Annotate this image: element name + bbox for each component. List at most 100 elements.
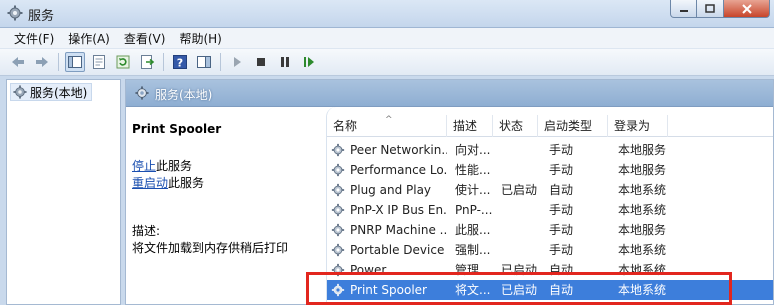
- menu-action[interactable]: 操作(A): [62, 30, 118, 47]
- back-arrow-icon: [12, 57, 24, 67]
- gear-icon: [7, 5, 23, 21]
- column-header-logon-as[interactable]: 登录为: [608, 115, 668, 137]
- column-header-description[interactable]: 描述: [447, 115, 493, 137]
- cell-logon-as: 本地系统: [618, 283, 667, 297]
- title-bar: 服务: [0, 0, 774, 28]
- properties-button[interactable]: [89, 52, 109, 72]
- cell-status: 已启动: [501, 263, 538, 277]
- cell-startup-type: 手动: [549, 163, 574, 177]
- service-gear-icon: [331, 203, 345, 217]
- list-header: 名称 ^ 描述 状态 启动类型 登录为: [327, 115, 773, 137]
- menu-file[interactable]: 文件(F): [8, 30, 62, 47]
- svg-text:?: ?: [177, 57, 183, 70]
- maximize-button[interactable]: [697, 0, 724, 18]
- cell-status: [501, 220, 538, 240]
- cell-description: 向对...: [455, 143, 491, 157]
- help-icon: ?: [173, 55, 187, 70]
- services-pane: 服务(本地) Print Spooler 停止此服务 重启动此服务 描述: 将文…: [125, 79, 774, 305]
- cell-logon-as: 本地系统: [618, 263, 667, 277]
- table-row[interactable]: Portable Device ... 强制... 手动 本地系统: [327, 240, 773, 260]
- cell-status: 已启动: [501, 283, 538, 297]
- cell-name: Portable Device ...: [350, 243, 447, 257]
- maximize-icon: [705, 3, 715, 13]
- refresh-icon: [116, 55, 130, 69]
- menu-help[interactable]: 帮助(H): [173, 30, 229, 47]
- forward-button[interactable]: [32, 52, 52, 72]
- help-button[interactable]: ?: [170, 52, 190, 72]
- tree-item-services-local[interactable]: 服务(本地): [10, 83, 93, 101]
- service-gear-icon: [331, 283, 345, 297]
- table-row[interactable]: Peer Networkin... 向对... 手动 本地服务: [327, 140, 773, 160]
- cell-name: Performance Lo...: [350, 163, 447, 177]
- cell-name: Plug and Play: [350, 183, 432, 197]
- tree-item-label: 服务(本地): [30, 85, 88, 100]
- table-row[interactable]: PnP-X IP Bus En... PnP-... 手动 本地系统: [327, 200, 773, 220]
- stop-service-line: 停止此服务: [132, 157, 192, 174]
- stop-service-suffix: 此服务: [156, 159, 193, 173]
- refresh-button[interactable]: [113, 52, 133, 72]
- close-icon: [741, 3, 752, 14]
- column-header-label: 状态: [499, 119, 524, 133]
- show-console-tree-button[interactable]: [65, 52, 85, 72]
- export-list-button[interactable]: [137, 52, 157, 72]
- table-row[interactable]: PNRP Machine ... 此服... 手动 本地服务: [327, 220, 773, 240]
- cell-status: 已启动: [501, 183, 538, 197]
- service-gear-icon: [331, 223, 345, 237]
- service-gear-icon: [331, 263, 345, 277]
- table-row[interactable]: Plug and Play 使计... 已启动 自动 本地系统: [327, 180, 773, 200]
- cell-name: Print Spooler: [350, 283, 427, 297]
- pane-header-title: 服务(本地): [155, 88, 213, 102]
- cell-logon-as: 本地系统: [618, 243, 667, 257]
- column-header-status[interactable]: 状态: [493, 115, 538, 137]
- cell-startup-type: 手动: [549, 223, 574, 237]
- cell-logon-as: 本地系统: [618, 183, 667, 197]
- sort-ascending-icon: ^: [385, 115, 393, 125]
- cell-description: 性能...: [455, 163, 491, 177]
- service-description-panel: Print Spooler 停止此服务 重启动此服务 描述: 将文件加载到内存供…: [126, 107, 324, 304]
- toolbar-separator: [220, 53, 221, 71]
- column-header-startup-type[interactable]: 启动类型: [538, 115, 608, 137]
- service-gear-icon: [331, 243, 345, 257]
- description-text: 将文件加载到内存供稍后打印: [132, 241, 289, 255]
- minimize-button[interactable]: [670, 0, 697, 18]
- stop-service-button[interactable]: [251, 52, 271, 72]
- cell-logon-as: 本地服务: [618, 223, 667, 237]
- cell-status: [501, 140, 538, 160]
- cell-startup-type: 自动: [549, 283, 574, 297]
- restart-service-button[interactable]: [299, 52, 319, 72]
- cell-logon-as: 本地服务: [618, 163, 667, 177]
- menu-view[interactable]: 查看(V): [118, 30, 174, 47]
- stop-service-link[interactable]: 停止: [132, 159, 156, 173]
- console-tree: 服务(本地): [6, 79, 121, 305]
- restart-service-link[interactable]: 重启动: [132, 176, 168, 190]
- pause-service-button[interactable]: [275, 52, 295, 72]
- pane-header: 服务(本地): [126, 80, 773, 107]
- cell-description: 管理...: [455, 263, 491, 277]
- stop-service-icon: [257, 58, 265, 66]
- service-gear-icon: [331, 183, 345, 197]
- start-service-icon: [234, 57, 241, 67]
- export-list-icon: [141, 55, 155, 69]
- services-icon: [13, 85, 27, 99]
- table-row-selected[interactable]: Print Spooler 将文... 已启动 自动 本地系统: [327, 280, 773, 300]
- show-action-pane-button[interactable]: [194, 52, 214, 72]
- list-rows: Peer Networkin... 向对... 手动 本地服务 Performa…: [327, 140, 773, 300]
- service-gear-icon: [331, 143, 345, 157]
- cell-startup-type: 自动: [549, 263, 574, 277]
- back-button[interactable]: [8, 52, 28, 72]
- column-header-label: 描述: [453, 119, 478, 133]
- cell-startup-type: 自动: [549, 183, 574, 197]
- minimize-icon: [679, 9, 688, 12]
- toolbar-separator: [163, 53, 164, 71]
- table-row[interactable]: Power 管理... 已启动 自动 本地系统: [327, 260, 773, 280]
- properties-icon: [93, 55, 105, 69]
- start-service-button[interactable]: [227, 52, 247, 72]
- cell-logon-as: 本地服务: [618, 143, 667, 157]
- table-row[interactable]: Performance Lo... 性能... 手动 本地服务: [327, 160, 773, 180]
- show-console-tree-icon: [68, 56, 82, 68]
- show-action-pane-icon: [197, 56, 211, 68]
- column-header-name[interactable]: 名称 ^: [327, 115, 447, 137]
- window-title: 服务: [28, 9, 55, 24]
- restart-service-icon: [304, 57, 314, 67]
- close-button[interactable]: [724, 0, 770, 18]
